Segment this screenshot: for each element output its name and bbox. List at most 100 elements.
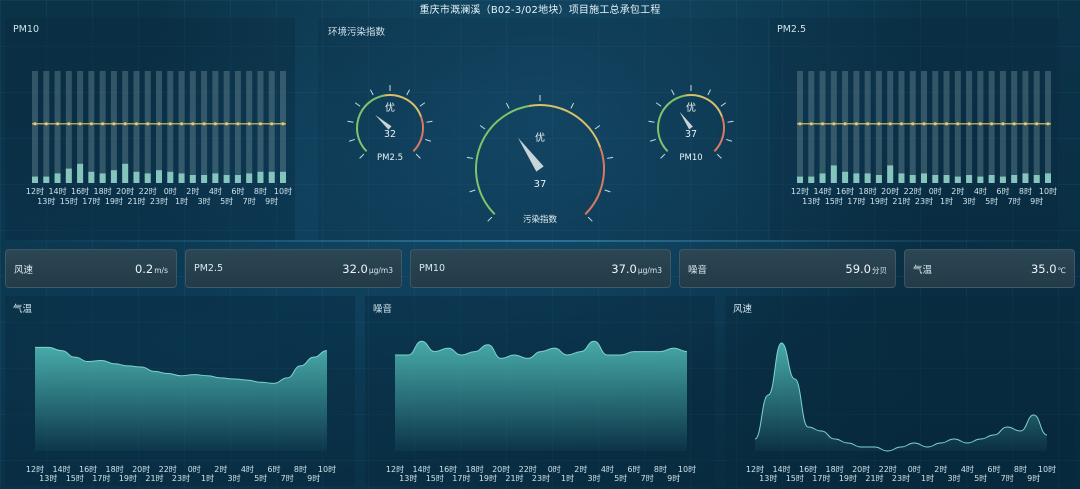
- pm10-bar-bg: [201, 71, 208, 183]
- pm25-threshold-point: [798, 122, 802, 126]
- x-tick-label: 16时: [439, 464, 457, 474]
- x-tick-label: 18时: [106, 464, 124, 474]
- x-tick-label: 15时: [60, 196, 78, 206]
- pm25-bar-bg: [797, 71, 803, 183]
- x-tick-label: 6时: [996, 186, 1009, 196]
- pm10-bar: [178, 173, 185, 183]
- x-tick-label: 5时: [614, 473, 627, 483]
- pm25-threshold-point: [899, 122, 904, 126]
- pm25-threshold-point: [978, 122, 982, 126]
- pm25-bar-bg: [1033, 71, 1040, 183]
- gauge-main-arc-bad: [584, 146, 605, 215]
- pm25-bar-chart: 12时13时14时15时16时17时18时19时20时21时22时23时0时1时…: [791, 71, 1057, 206]
- x-tick-label: 21时: [145, 473, 163, 483]
- x-tick-label: 19时: [839, 473, 857, 483]
- temp-area-chart: 12时13时14时15时16时17时18时19时20时21时22时23时0时1时…: [26, 346, 336, 483]
- x-tick-label: 23时: [915, 196, 933, 206]
- pm25-bar-bg: [1011, 71, 1018, 183]
- x-tick-label: 17时: [82, 196, 100, 206]
- gauge-left-tick: [425, 138, 432, 142]
- x-tick-label: 0时: [908, 464, 921, 474]
- pm10-bar: [122, 163, 129, 183]
- pm25-bar-bg: [943, 71, 950, 183]
- x-tick-label: 23时: [892, 473, 910, 483]
- gauge-right-arc-bad: [713, 116, 725, 153]
- x-tick-label: 13时: [759, 473, 777, 483]
- pm10-bar-bg: [167, 71, 174, 183]
- pm25-bar-bg: [999, 71, 1006, 183]
- pm10-bar: [110, 170, 117, 183]
- x-tick-label: 19时: [105, 196, 123, 206]
- x-tick-label: 22时: [159, 464, 177, 474]
- gauge-right-value: 37: [685, 129, 697, 140]
- x-tick-label: 16时: [836, 186, 854, 196]
- gauge-main-tick: [607, 156, 614, 159]
- pm25-bar: [864, 173, 871, 183]
- pm25-bar: [1033, 175, 1040, 183]
- x-tick-label: 12时: [26, 464, 44, 474]
- stat-temp: 气温 35.0℃: [904, 249, 1075, 288]
- pm10-bar: [246, 173, 253, 183]
- x-tick-label: 12时: [791, 186, 809, 196]
- x-tick-label: 6时: [987, 464, 1000, 474]
- pm10-threshold-point: [89, 122, 93, 126]
- pm10-bar: [212, 173, 219, 183]
- pm25-bar-bg: [909, 71, 916, 183]
- x-tick-label: 4时: [974, 186, 987, 196]
- pm25-bar: [954, 176, 961, 183]
- pm10-threshold-point: [44, 122, 48, 126]
- x-tick-label: 0时: [164, 186, 177, 196]
- pm10-bar: [43, 176, 50, 183]
- pm25-bar-bg: [1022, 71, 1029, 183]
- x-tick-label: 14时: [412, 464, 430, 474]
- pm10-threshold-point: [33, 122, 37, 126]
- pm10-bar: [54, 173, 61, 183]
- x-tick-label: 2时: [934, 464, 947, 474]
- pm25-threshold-point: [944, 122, 949, 126]
- x-tick-label: 10时: [1039, 186, 1057, 196]
- x-tick-label: 21时: [892, 196, 910, 206]
- pm10-bar: [167, 171, 174, 183]
- x-tick-label: 15时: [66, 473, 84, 483]
- gauge-main-tick: [587, 216, 593, 222]
- gauge-left-tick: [348, 138, 355, 142]
- gauge-main-name: 污染指数: [523, 214, 558, 225]
- pm10-threshold-point: [157, 122, 161, 126]
- gauge-main-tick: [594, 125, 601, 130]
- pm25-threshold-point: [922, 122, 926, 126]
- x-tick-label: 18时: [466, 464, 484, 474]
- x-tick-label: 2时: [186, 186, 199, 196]
- gauge-right-needle: [679, 111, 693, 130]
- stat-noise-value: 59.0: [845, 261, 871, 276]
- x-tick-label: 15时: [426, 473, 444, 483]
- gauge-left-tick: [415, 153, 421, 159]
- pm25-bar: [797, 176, 803, 183]
- pm25-bar: [819, 173, 826, 183]
- x-tick-label: 1时: [921, 473, 934, 483]
- pm25-bar: [988, 175, 995, 183]
- x-tick-label: 10时: [274, 186, 292, 196]
- pm25-bar: [1011, 175, 1018, 183]
- x-tick-label: 18时: [859, 186, 877, 196]
- gauge-right-tick: [660, 153, 666, 159]
- x-tick-label: 23时: [172, 473, 190, 483]
- pm10-threshold-point: [179, 122, 184, 126]
- gauge-left-tick: [426, 120, 433, 123]
- gauge-main-arc-good: [475, 104, 530, 215]
- gauge-main-tick: [479, 125, 486, 130]
- pm10-bar: [156, 170, 162, 183]
- x-tick-label: 13时: [399, 473, 417, 483]
- x-tick-label: 20时: [116, 186, 134, 196]
- x-tick-label: 5时: [220, 196, 233, 206]
- pm25-bar: [830, 165, 837, 183]
- pm10-bar: [99, 173, 106, 183]
- x-tick-label: 6时: [231, 186, 244, 196]
- x-tick-label: 14时: [772, 464, 790, 474]
- temp-area: [35, 347, 327, 451]
- x-tick-label: 0时: [188, 464, 201, 474]
- x-tick-label: 21时: [127, 196, 145, 206]
- pm10-bar: [65, 168, 72, 183]
- pm10-threshold-point: [281, 122, 285, 126]
- stat-pm25-label: PM2.5: [194, 263, 224, 274]
- x-tick-label: 15时: [825, 196, 843, 206]
